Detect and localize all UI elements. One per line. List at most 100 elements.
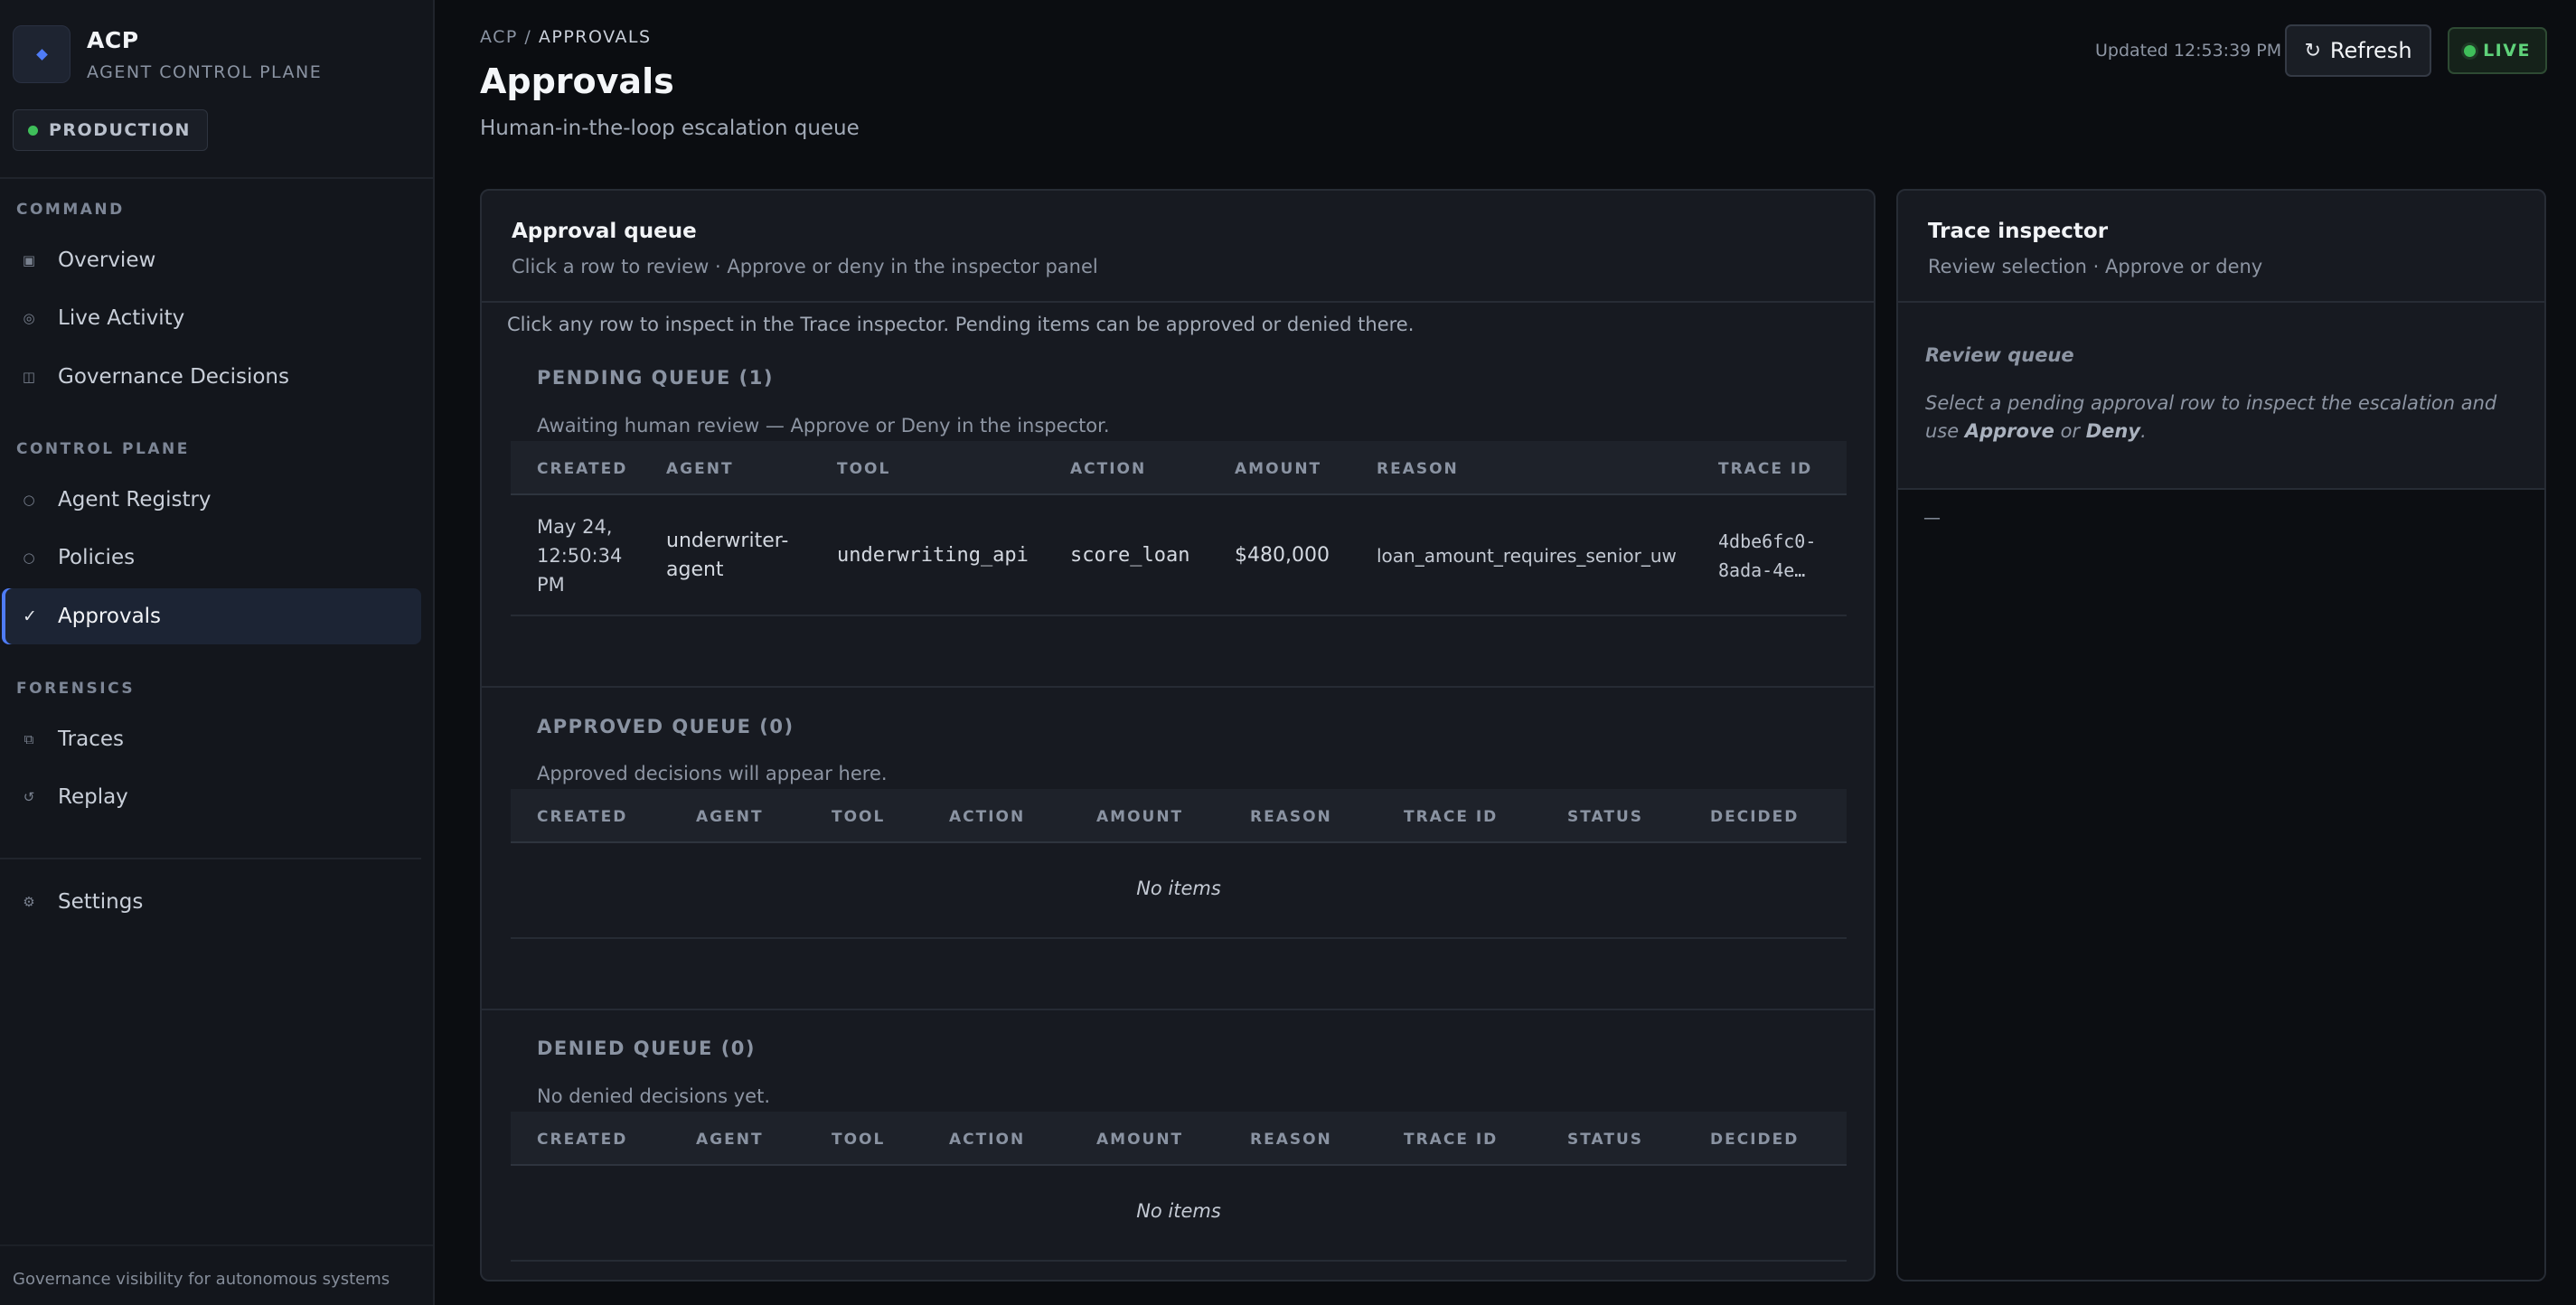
amount-cell: $480,000	[1235, 544, 1330, 567]
approve-keyword: Approve	[1964, 420, 2054, 442]
column-header[interactable]: REASON	[1250, 1131, 1332, 1149]
sidebar-item-settings[interactable]: ⚙ Settings	[0, 874, 421, 930]
column-header[interactable]: AGENT	[666, 460, 734, 478]
column-header[interactable]: TOOL	[837, 460, 890, 478]
column-header[interactable]: DECIDED	[1710, 1131, 1799, 1149]
pending-table-header: CREATED AGENT TOOL ACTION AMOUNT REASON …	[511, 441, 1847, 495]
sidebar-item-overview[interactable]: ▣ Overview	[0, 232, 421, 288]
denied-queue-description: No denied decisions yet.	[537, 1085, 770, 1107]
row-divider	[511, 615, 1847, 616]
divider	[0, 177, 433, 179]
column-header[interactable]: TOOL	[832, 1131, 885, 1149]
breadcrumb-current: APPROVALS	[538, 27, 652, 47]
trace-placeholder: —	[1923, 508, 1941, 528]
brand-name: ACP	[87, 26, 139, 53]
refresh-button[interactable]: ↻ Refresh	[2285, 24, 2431, 77]
approved-queue-title: APPROVED QUEUE (0)	[537, 716, 794, 737]
status-dot-icon	[28, 125, 38, 136]
sidebar-item-live-activity[interactable]: ◎ Live Activity	[0, 290, 421, 346]
nav-section-control-plane: CONTROL PLANE	[16, 440, 190, 458]
refresh-label: Refresh	[2329, 38, 2412, 63]
sidebar: ACP AGENT CONTROL PLANE PRODUCTION COMMA…	[0, 0, 435, 1305]
circle-icon: ○	[23, 492, 35, 508]
review-instructions: Select a pending approval row to inspect…	[1925, 392, 2497, 442]
check-icon: ✓	[23, 606, 37, 626]
column-header[interactable]: REASON	[1250, 808, 1332, 826]
live-status-badge: LIVE	[2448, 27, 2547, 74]
divider	[0, 858, 421, 859]
approved-table-header: CREATED AGENT TOOL ACTION AMOUNT REASON …	[511, 789, 1847, 843]
brand-subtitle: AGENT CONTROL PLANE	[87, 61, 323, 82]
refresh-icon: ↻	[2304, 39, 2321, 62]
page-title: Approvals	[480, 61, 674, 101]
columns-icon: ◫	[22, 369, 36, 385]
column-header[interactable]: TOOL	[832, 808, 885, 826]
column-header[interactable]: ACTION	[1070, 460, 1146, 478]
column-header[interactable]: STATUS	[1567, 808, 1643, 826]
updated-timestamp: Updated 12:53:39 PM	[2095, 41, 2282, 61]
sidebar-item-label: Approvals	[58, 605, 162, 628]
layers-icon: ⧉	[24, 731, 34, 747]
sidebar-item-label: Overview	[58, 249, 156, 272]
action-cell: score_loan	[1070, 544, 1190, 567]
trace-output-area: —	[1898, 490, 2544, 1280]
column-header[interactable]: TRACE ID	[1404, 1131, 1498, 1149]
column-header[interactable]: AMOUNT	[1096, 1131, 1183, 1149]
review-queue-heading: Review queue	[1925, 344, 2074, 366]
divider	[0, 1244, 433, 1246]
approved-queue-description: Approved decisions will appear here.	[537, 763, 888, 784]
column-header[interactable]: ACTION	[949, 1131, 1025, 1149]
sidebar-item-label: Agent Registry	[58, 488, 212, 512]
column-header[interactable]: DECIDED	[1710, 808, 1799, 826]
column-header[interactable]: TRACE ID	[1718, 460, 1812, 478]
panel-header: Approval queue Click a row to review · A…	[482, 191, 1874, 303]
sidebar-item-replay[interactable]: ↺ Replay	[0, 769, 421, 825]
trace-id-cell: 4dbe6fc0- 8ada-4e…	[1718, 530, 1817, 581]
sidebar-item-traces[interactable]: ⧉ Traces	[0, 711, 421, 767]
sidebar-item-governance-decisions[interactable]: ◫ Governance Decisions	[0, 349, 421, 405]
breadcrumb-root[interactable]: ACP	[480, 27, 518, 47]
nav-section-command: COMMAND	[16, 201, 125, 219]
deny-keyword: Deny	[2085, 420, 2141, 442]
pending-queue-title: PENDING QUEUE (1)	[537, 367, 774, 389]
tool-cell: underwriting_api	[837, 544, 1029, 567]
live-label: LIVE	[2483, 41, 2531, 61]
pending-queue-description: Awaiting human review — Approve or Deny …	[537, 415, 1110, 437]
sidebar-item-approvals[interactable]: ✓ Approvals	[2, 588, 421, 644]
row-divider	[511, 1260, 1847, 1262]
panel-header: Trace inspector Review selection · Appro…	[1898, 191, 2544, 303]
column-header[interactable]: TRACE ID	[1404, 808, 1498, 826]
column-header[interactable]: AGENT	[696, 1131, 764, 1149]
column-header[interactable]: CREATED	[537, 808, 627, 826]
page-subtitle: Human-in-the-loop escalation queue	[480, 117, 860, 140]
panel-subtitle: Review selection · Approve or deny	[1928, 256, 2263, 277]
column-header[interactable]: CREATED	[537, 1131, 627, 1149]
column-header[interactable]: AMOUNT	[1235, 460, 1321, 478]
denied-table-header: CREATED AGENT TOOL ACTION AMOUNT REASON …	[511, 1112, 1847, 1166]
circle-icon: ○	[23, 549, 35, 566]
radio-icon: ◎	[23, 310, 35, 326]
column-header[interactable]: CREATED	[537, 460, 627, 478]
trace-inspector-panel: Trace inspector Review selection · Appro…	[1896, 189, 2546, 1282]
nav-section-forensics: FORENSICS	[16, 680, 136, 698]
sidebar-item-agent-registry[interactable]: ○ Agent Registry	[0, 472, 421, 528]
column-header[interactable]: ACTION	[949, 808, 1025, 826]
breadcrumb: ACP / APPROVALS	[480, 27, 652, 47]
panel-title: Approval queue	[512, 220, 697, 243]
section-divider	[482, 686, 1874, 688]
column-header[interactable]: AMOUNT	[1096, 808, 1183, 826]
environment-badge[interactable]: PRODUCTION	[13, 109, 208, 151]
approved-empty-state: No items	[1136, 878, 1221, 899]
table-row[interactable]: May 24, 12:50:34 PM underwriter- agent u…	[511, 497, 1847, 615]
sidebar-item-policies[interactable]: ○ Policies	[0, 530, 421, 586]
column-header[interactable]: REASON	[1377, 460, 1459, 478]
live-dot-icon	[2464, 44, 2477, 57]
sidebar-item-label: Replay	[58, 785, 128, 809]
column-header[interactable]: AGENT	[696, 808, 764, 826]
column-header[interactable]: STATUS	[1567, 1131, 1643, 1149]
panel-subtitle: Click a row to review · Approve or deny …	[512, 256, 1098, 277]
brand[interactable]: ACP AGENT CONTROL PLANE	[13, 25, 322, 83]
queue-hint: Click any row to inspect in the Trace in…	[507, 314, 1415, 335]
rotate-icon: ↺	[23, 789, 35, 805]
panel-title: Trace inspector	[1928, 220, 2109, 243]
